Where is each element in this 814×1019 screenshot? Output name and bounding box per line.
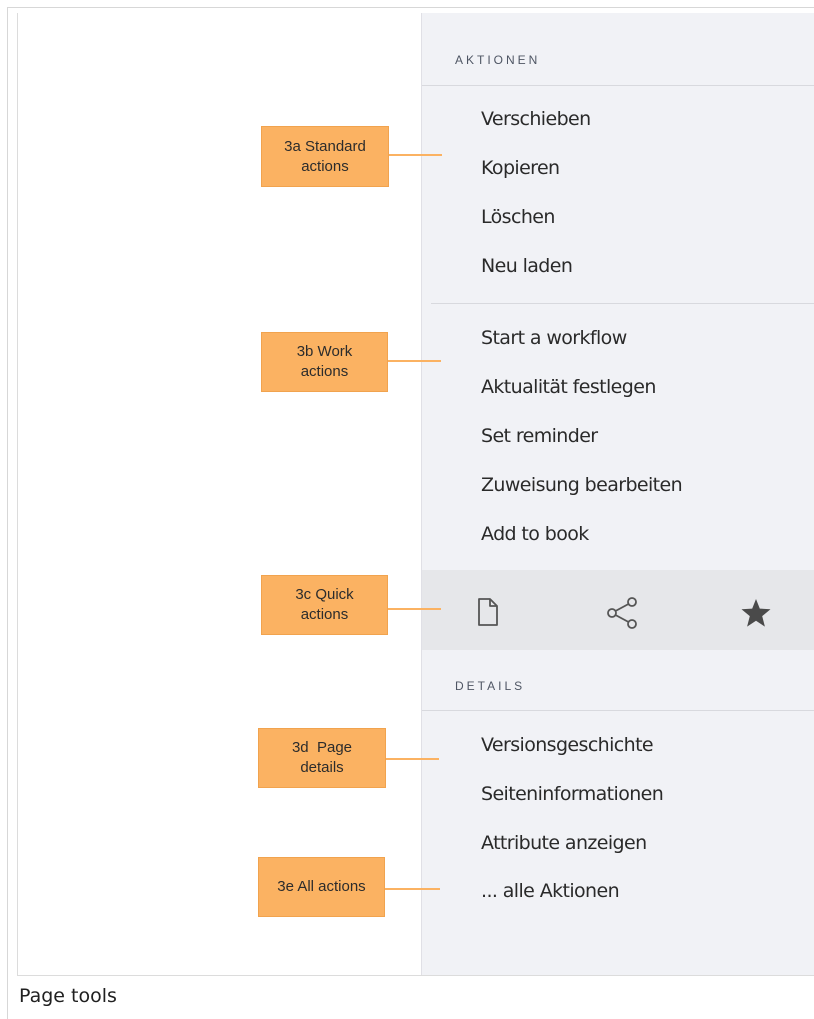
callout-work-actions: 3b Work actions: [261, 332, 388, 392]
star-icon[interactable]: [740, 598, 772, 633]
callout-all-actions: 3e All actions: [258, 857, 385, 917]
details-section-title: DETAILS: [455, 679, 526, 693]
callout-quick-actions: 3c Quick actions: [261, 575, 388, 635]
callout-work-line2: actions: [300, 363, 349, 380]
actions-section-title: AKTIONEN: [455, 53, 541, 67]
menu-item-delete[interactable]: Löschen: [481, 206, 555, 228]
actions-divider: [422, 85, 814, 86]
menu-item-reload[interactable]: Neu laden: [481, 255, 573, 277]
callout-standard-line2: actions: [301, 157, 349, 175]
callout-quick-leader: [388, 608, 441, 610]
menu-item-edit-assignment[interactable]: Zuweisung bearbeiten: [481, 474, 683, 496]
standard-work-divider: [431, 303, 814, 304]
menu-item-show-attributes[interactable]: Attribute anzeigen: [481, 832, 647, 854]
menu-item-set-reminder[interactable]: Set reminder: [481, 425, 598, 447]
callout-all-leader: [385, 888, 440, 890]
callout-standard-actions: 3a Standard actions: [261, 126, 389, 187]
callout-all-label: 3e All actions: [277, 878, 366, 895]
callout-details-line1: 3d Page: [291, 739, 353, 756]
menu-item-add-to-book[interactable]: Add to book: [481, 523, 589, 545]
menu-item-copy[interactable]: Kopieren: [481, 157, 560, 179]
callout-quick-line1: 3c Quick: [295, 586, 354, 603]
menu-item-all-actions[interactable]: ... alle Aktionen: [481, 880, 620, 902]
figure-caption: Page tools: [19, 985, 117, 1007]
callout-details-leader: [386, 758, 439, 760]
callout-standard-leader: [389, 154, 442, 156]
page-icon[interactable]: [477, 597, 499, 632]
menu-item-page-info[interactable]: Seiteninformationen: [481, 783, 664, 805]
callout-page-details: 3d Page details: [258, 728, 386, 788]
callout-work-leader: [388, 360, 441, 362]
menu-item-set-timeliness[interactable]: Aktualität festlegen: [481, 376, 656, 398]
callout-standard-line1: 3a Standard: [284, 137, 366, 155]
callout-details-line2: details: [300, 759, 344, 776]
details-divider: [422, 710, 814, 711]
menu-item-start-workflow[interactable]: Start a workflow: [481, 327, 627, 349]
callout-work-line1: 3b Work: [296, 343, 353, 360]
callout-quick-line2: actions: [300, 606, 349, 623]
menu-item-move[interactable]: Verschieben: [481, 108, 591, 130]
share-icon[interactable]: [607, 597, 639, 634]
menu-item-version-history[interactable]: Versionsgeschichte: [481, 734, 654, 756]
